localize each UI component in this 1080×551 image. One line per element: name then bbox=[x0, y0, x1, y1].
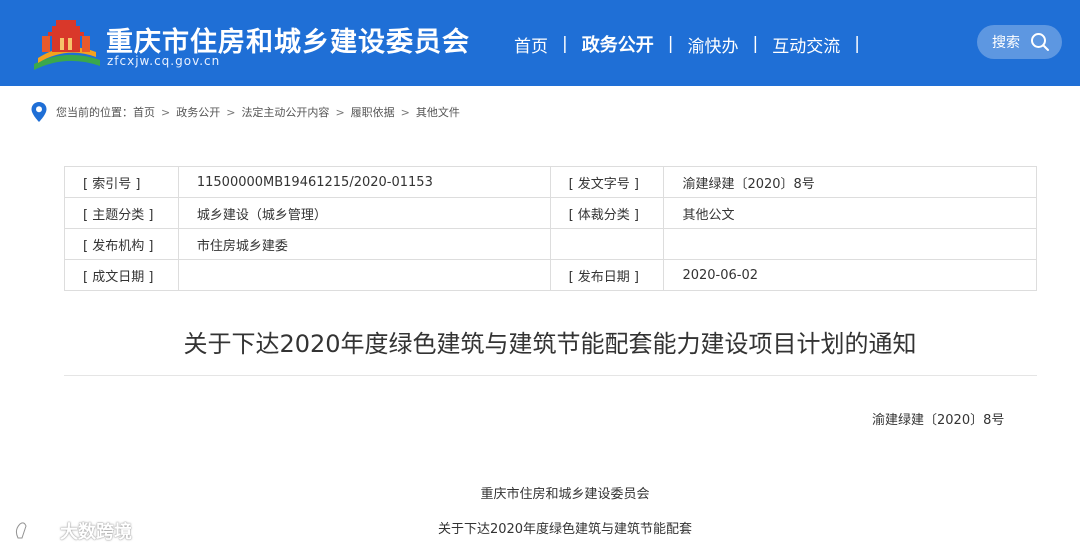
breadcrumb-item-other-documents[interactable]: 其他文件 bbox=[416, 104, 460, 120]
breadcrumb: 您当前的位置： 首页 > 政务公开 > 法定主动公开内容 > 履职依据 > 其他… bbox=[30, 100, 460, 124]
breadcrumb-item-statutory-disclosure[interactable]: 法定主动公开内容 bbox=[241, 104, 329, 120]
meta-value-document-number: 渝建绿建〔2020〕8号 bbox=[663, 166, 1037, 198]
breadcrumb-separator: > bbox=[335, 105, 345, 119]
meta-label-document-number: [ 发文字号 ] bbox=[549, 166, 665, 198]
meta-value-index-number: 11500000MB19461215/2020-01153 bbox=[177, 166, 551, 198]
breadcrumb-prefix: 您当前的位置： bbox=[56, 106, 133, 119]
breadcrumb-separator: > bbox=[161, 105, 171, 119]
meta-value-topic: 城乡建设（城乡管理） bbox=[177, 197, 551, 229]
site-header: 重庆市住房和城乡建设委员会 zfcxjw.cq.gov.cn 首页 | 政务公开… bbox=[0, 0, 1080, 86]
site-domain: zfcxjw.cq.gov.cn bbox=[107, 54, 221, 68]
nav-separator: | bbox=[854, 34, 860, 54]
meta-empty-cell bbox=[663, 228, 1037, 260]
breadcrumb-item-duty-basis[interactable]: 履职依据 bbox=[351, 104, 395, 120]
breadcrumb-item-home[interactable]: 首页 bbox=[133, 104, 155, 120]
watermark-logo-icon bbox=[15, 522, 56, 540]
meta-empty-cell bbox=[549, 228, 665, 260]
document-body-line: 关于下达2020年度绿色建筑与建筑节能配套 bbox=[437, 522, 693, 537]
document-title: 关于下达2020年度绿色建筑与建筑节能配套能力建设项目计划的通知 bbox=[183, 330, 917, 358]
nav-item-home[interactable]: 首页 bbox=[500, 32, 562, 57]
meta-value-publisher: 市住房城乡建委 bbox=[177, 228, 551, 260]
meta-label-index-number: [ 索引号 ] bbox=[64, 166, 179, 198]
table-row: [ 成文日期 ] [ 发布日期 ] 2020-06-02 bbox=[64, 259, 1037, 291]
nav-item-government-affairs[interactable]: 政务公开 bbox=[568, 31, 668, 57]
breadcrumb-item-government-affairs[interactable]: 政务公开 bbox=[176, 104, 220, 120]
breadcrumb-separator: > bbox=[226, 105, 236, 119]
meta-value-written-date bbox=[177, 259, 551, 291]
watermark: 大数跨境 bbox=[12, 516, 132, 546]
watermark-text: 大数跨境 bbox=[60, 522, 132, 543]
meta-label-publisher: [ 发布机构 ] bbox=[64, 228, 179, 260]
document-body-line: 重庆市住房和城乡建设委员会 bbox=[480, 487, 650, 502]
title-divider bbox=[64, 375, 1037, 376]
main-nav: 首页 | 政务公开 | 渝快办 | 互动交流 | bbox=[500, 30, 860, 58]
meta-label-topic: [ 主题分类 ] bbox=[64, 197, 179, 229]
nav-item-interaction[interactable]: 互动交流 bbox=[758, 32, 854, 57]
search-icon bbox=[1031, 33, 1049, 51]
meta-value-publish-date: 2020-06-02 bbox=[663, 259, 1037, 291]
search-label: 搜索 bbox=[992, 35, 1020, 51]
breadcrumb-separator: > bbox=[400, 105, 410, 119]
table-row: [ 主题分类 ] 城乡建设（城乡管理） [ 体裁分类 ] 其他公文 bbox=[64, 197, 1037, 229]
table-row: [ 发布机构 ] 市住房城乡建委 bbox=[64, 228, 1037, 260]
nav-item-yukuaiban[interactable]: 渝快办 bbox=[673, 32, 752, 57]
meta-label-written-date: [ 成文日期 ] bbox=[64, 259, 179, 291]
document-metadata-table: [ 索引号 ] 11500000MB19461215/2020-01153 [ … bbox=[64, 166, 1037, 291]
table-row: [ 索引号 ] 11500000MB19461215/2020-01153 [ … bbox=[64, 166, 1037, 198]
document-number: 渝建绿建〔2020〕8号 bbox=[872, 413, 1005, 428]
meta-label-genre: [ 体裁分类 ] bbox=[549, 197, 665, 229]
site-logo-icon[interactable] bbox=[30, 14, 102, 70]
location-pin-icon bbox=[31, 102, 47, 122]
meta-label-publish-date: [ 发布日期 ] bbox=[549, 259, 665, 291]
meta-value-genre: 其他公文 bbox=[663, 197, 1037, 229]
search-button[interactable]: 搜索 bbox=[977, 25, 1062, 59]
